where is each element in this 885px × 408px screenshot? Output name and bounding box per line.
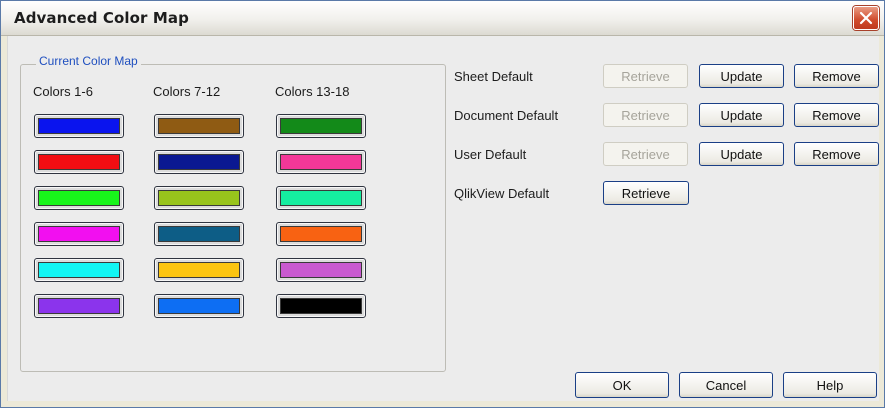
sheet-default-label: Sheet Default [454, 69, 533, 84]
cancel-button[interactable]: Cancel [679, 372, 773, 398]
column-header-colors-7-12: Colors 7-12 [153, 84, 221, 99]
color-swatch-17[interactable] [276, 258, 366, 282]
dialog-body: Current Color Map Colors 1-6 Colors 7-12… [7, 36, 879, 401]
document-default-label: Document Default [454, 108, 559, 123]
user-default-label: User Default [454, 147, 527, 162]
color-swatch-1[interactable] [34, 114, 124, 138]
current-color-map-group [20, 64, 446, 372]
document-update-button[interactable]: Update [699, 103, 784, 127]
color-swatch-11[interactable] [154, 258, 244, 282]
ok-button[interactable]: OK [575, 372, 669, 398]
window-title: Advanced Color Map [14, 9, 189, 27]
color-swatch-2[interactable] [34, 150, 124, 174]
color-swatch-9[interactable] [154, 186, 244, 210]
close-icon [859, 11, 873, 25]
help-button[interactable]: Help [783, 372, 877, 398]
sheet-retrieve-button[interactable]: Retrieve [603, 64, 688, 88]
color-swatch-15[interactable] [276, 186, 366, 210]
color-swatch-13[interactable] [276, 114, 366, 138]
color-swatch-18[interactable] [276, 294, 366, 318]
user-remove-button[interactable]: Remove [794, 142, 879, 166]
close-button[interactable] [853, 6, 879, 30]
title-bar[interactable]: Advanced Color Map [1, 1, 884, 36]
sheet-update-button[interactable]: Update [699, 64, 784, 88]
color-swatch-8[interactable] [154, 150, 244, 174]
color-swatch-3[interactable] [34, 186, 124, 210]
color-swatch-10[interactable] [154, 222, 244, 246]
color-swatch-12[interactable] [154, 294, 244, 318]
color-swatch-14[interactable] [276, 150, 366, 174]
column-header-colors-1-6: Colors 1-6 [33, 84, 93, 99]
color-swatch-7[interactable] [154, 114, 244, 138]
user-retrieve-button[interactable]: Retrieve [603, 142, 688, 166]
qlikview-default-label: QlikView Default [454, 186, 550, 201]
color-swatch-4[interactable] [34, 222, 124, 246]
user-update-button[interactable]: Update [699, 142, 784, 166]
sheet-remove-button[interactable]: Remove [794, 64, 879, 88]
qlikview-retrieve-button[interactable]: Retrieve [603, 181, 689, 205]
color-swatch-6[interactable] [34, 294, 124, 318]
color-swatch-16[interactable] [276, 222, 366, 246]
column-header-colors-13-18: Colors 13-18 [275, 84, 350, 99]
color-swatch-5[interactable] [34, 258, 124, 282]
group-legend: Current Color Map [36, 54, 141, 68]
document-remove-button[interactable]: Remove [794, 103, 879, 127]
dialog-window: Advanced Color Map Current Color Map Col… [0, 0, 885, 408]
document-retrieve-button[interactable]: Retrieve [603, 103, 688, 127]
